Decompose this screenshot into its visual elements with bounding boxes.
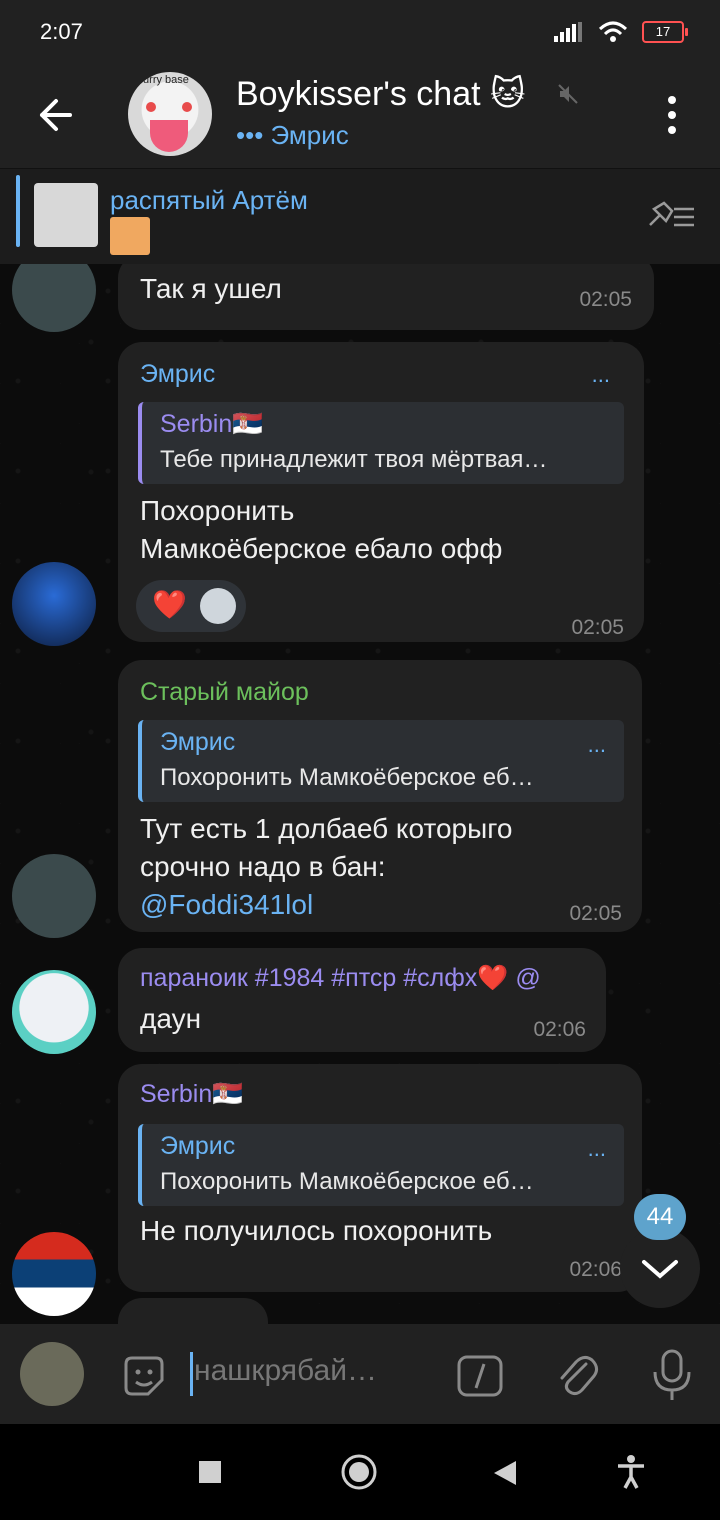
pin-list-icon[interactable] [644, 199, 696, 235]
avatar-eye-left [146, 102, 156, 112]
chat-avatar[interactable]: furry base [128, 72, 212, 156]
message-time: 02:05 [579, 288, 632, 311]
message-bubble[interactable]: Так я ушел 02:05 [118, 264, 654, 330]
avatar-starik[interactable] [12, 264, 96, 332]
message-text: Не получилось похоронить [140, 1215, 493, 1246]
accessibility-icon[interactable] [616, 1455, 646, 1489]
chat-header: furry base Boykisser's chat 🐱 ••• Эмрис [0, 64, 720, 168]
reply-author: Эмрис [160, 728, 236, 756]
home-icon[interactable] [340, 1453, 378, 1491]
text-caret [190, 1352, 193, 1396]
reply-more: ... [587, 1136, 606, 1161]
message-bubble[interactable]: параноик #1984 #птср #слфх❤️ @ даун 02:0… [118, 948, 606, 1052]
pinned-indicator [16, 175, 20, 247]
sticker-icon[interactable] [120, 1352, 168, 1400]
message-text-line2: срочно надо в бан: [140, 851, 386, 882]
pinned-thumbnail [34, 183, 98, 247]
message-composer: нашкрябай… [0, 1324, 720, 1424]
avatar-emris[interactable] [12, 562, 96, 646]
message-text-line1: Тут есть 1 долбаеб которыго [140, 813, 513, 844]
avatar-eye-right [182, 102, 192, 112]
pinned-author: распятый Артём [110, 185, 308, 215]
message-bubble[interactable]: Serbin🇷🇸 Эмрис ... Похоронить Мамкоёберс… [118, 1064, 642, 1292]
muted-icon [558, 84, 578, 104]
message-sender: Serbin🇷🇸 [140, 1080, 244, 1108]
wifi-icon [598, 21, 628, 42]
status-bar: 2:07 17 [0, 0, 720, 64]
message-text: даун [140, 1003, 202, 1034]
message-text-line2: Мамкоёберское ебало офф [140, 533, 503, 564]
heart-reaction: ❤️ [152, 589, 187, 620]
reply-author: Эмрис [160, 1132, 236, 1160]
avatar-label: furry base [140, 74, 189, 86]
reply-text: Тебе принадлежит твоя мёртвая… [160, 446, 548, 473]
chat-title[interactable]: Boykisser's chat 🐱 [236, 74, 525, 114]
system-nav-bar [0, 1424, 720, 1520]
message-time: 02:05 [571, 616, 624, 639]
avatar-paranoik[interactable] [12, 970, 96, 1054]
reply-text: Похоронить Мамкоёберское еб… [160, 1168, 534, 1195]
pinned-message-bar[interactable]: распятый Артём [0, 168, 720, 265]
message-sender: Старый майор [140, 678, 309, 706]
avatar-tongue [150, 120, 188, 152]
battery-icon: 17 [642, 21, 688, 43]
signal-icon [554, 22, 582, 42]
reply-quote[interactable]: Эмрис ... Похоронить Мамкоёберское еб… [138, 720, 624, 802]
reply-text: Похоронить Мамкоёберское еб… [160, 764, 534, 791]
message-bubble[interactable]: Старый майор Эмрис ... Похоронить Мамкоё… [118, 660, 642, 932]
avatar-starik[interactable] [12, 854, 96, 938]
status-time: 2:07 [40, 19, 83, 44]
microphone-icon[interactable] [650, 1348, 694, 1402]
message-sender: параноик #1984 #птср #слфх❤️ @ [140, 964, 541, 992]
reaction-chip[interactable]: ❤️ [136, 580, 246, 632]
back-arrow-icon[interactable] [30, 90, 80, 140]
recents-icon[interactable] [198, 1460, 222, 1484]
message-text-line1: Похоронить [140, 495, 295, 526]
message-list[interactable]: Так я ушел 02:05 Эмрис ... Serbin🇷🇸 Тебе… [0, 264, 720, 1324]
message-time: 02:06 [533, 1018, 586, 1041]
more-vert-icon[interactable] [660, 90, 684, 140]
reply-quote[interactable]: Serbin🇷🇸 Тебе принадлежит твоя мёртвая… [138, 402, 624, 484]
avatar-serbin[interactable] [12, 1232, 96, 1316]
send-as-avatar[interactable] [20, 1342, 84, 1406]
message-sender: Эмрис [140, 360, 216, 388]
message-text: Так я ушел [140, 273, 282, 304]
attach-icon[interactable] [552, 1350, 600, 1400]
reply-more: ... [587, 732, 606, 757]
reply-author: Serbin🇷🇸 [160, 410, 264, 438]
back-icon[interactable] [492, 1459, 518, 1487]
typing-status: ••• Эмрис [236, 120, 349, 150]
reply-quote[interactable]: Эмрис ... Похоронить Мамкоёберское еб… [138, 1124, 624, 1206]
pinned-sticker [110, 217, 150, 255]
message-input[interactable]: нашкрябай… [194, 1354, 377, 1388]
more-dots: ... [591, 362, 610, 387]
status-icons: 17 [554, 21, 688, 43]
unread-count-badge: 44 [634, 1194, 686, 1240]
chevron-down-icon [642, 1260, 678, 1279]
message-bubble-partial[interactable] [118, 1298, 268, 1324]
battery-level: 17 [655, 24, 671, 39]
message-time: 02:05 [569, 902, 622, 925]
scroll-down-button[interactable] [620, 1228, 700, 1308]
mention-link[interactable]: @Foddi341lol [140, 886, 313, 924]
message-bubble[interactable]: Эмрис ... Serbin🇷🇸 Тебе принадлежит твоя… [118, 342, 644, 642]
message-time: 02:06 [569, 1258, 622, 1281]
reactor-avatar [200, 588, 236, 624]
bot-commands-icon[interactable] [456, 1354, 504, 1398]
